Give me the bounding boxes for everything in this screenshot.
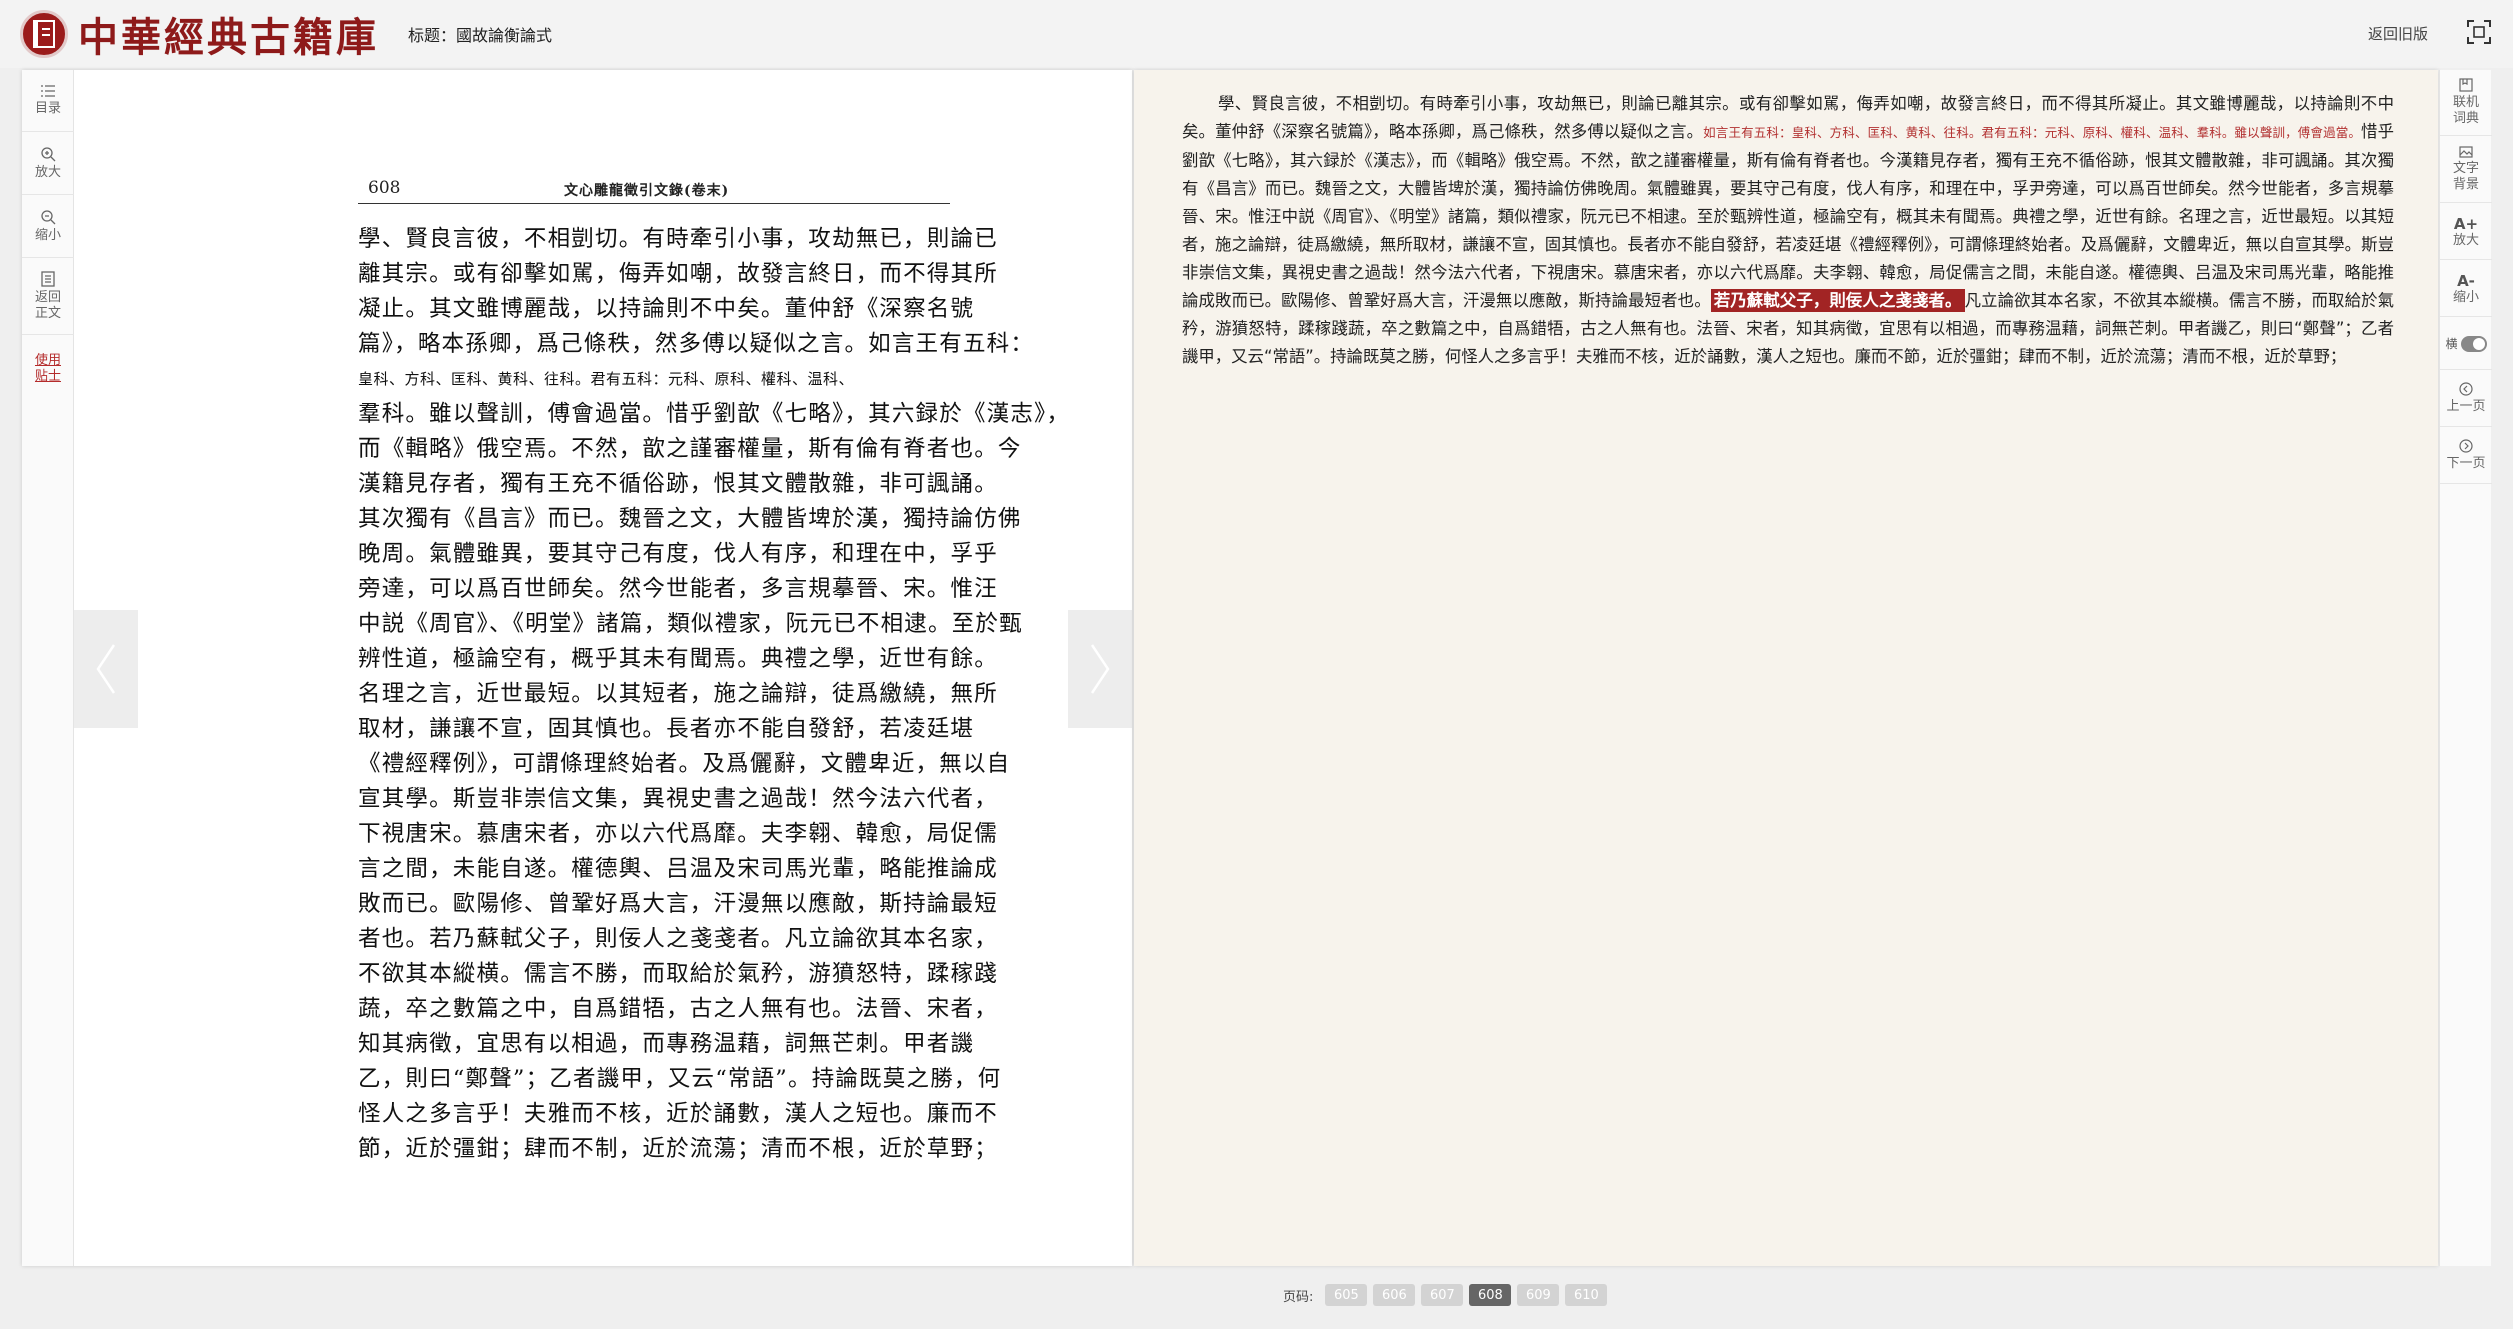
transcribed-text: 學、賢良言彼，不相剴切。有時牽引小事，攻劫無已，則論已離其宗。或有卻擊如駡，侮弄…	[1182, 90, 2394, 371]
font-larger-button[interactable]: A+ 放大	[2440, 204, 2492, 260]
page-button-current[interactable]: 608	[1469, 1284, 1512, 1306]
scan-line: 皇科、方科、匡科、黄科、往科。君有五科：元科、原科、權科、温科、	[358, 370, 855, 388]
scan-line: 晚周。氣體雖異，要其守己有度，伐人有序，和理在中，孚乎	[358, 541, 998, 567]
scan-line: 辨性道，極論空有，概乎其未有聞焉。典禮之學，近世有餘。	[358, 646, 998, 672]
scan-line: 敗而已。歐陽修、曾鞏好爲大言，汗漫無以應敵，斯持論最短	[358, 891, 998, 917]
chevron-left-icon	[96, 644, 116, 694]
scan-line: 《禮經釋例》，可謂條理終始者。及爲儷辭，文體卑近，無以自	[358, 751, 1011, 777]
prev-page-icon	[2459, 382, 2473, 396]
back-to-old-version-link[interactable]: 返回旧版	[2368, 23, 2428, 44]
page-button[interactable]: 607	[1421, 1284, 1464, 1306]
logo-text: 中華經典古籍庫	[78, 14, 379, 61]
text-paragraph: 學、賢良言彼，不相剴切。有時牽引小事，攻劫無已，則論已離其宗。或有卻擊如駡，侮弄…	[1182, 94, 2395, 366]
right-toolbar: 联机 词典 文字 背景 A+ 放大 A- 缩小 横 上一页 下一页	[2439, 70, 2492, 1266]
scanned-page-image: 608 文心雕龍徵引文錄(卷末) 學、賢良言彼，不相剴切。有時牽引小事，攻劫無已…	[74, 70, 1132, 1266]
zoom-in-icon	[41, 147, 56, 162]
return-icon	[41, 271, 55, 287]
scan-line: 學、賢良言彼，不相剴切。有時牽引小事，攻劫無已，則論已	[358, 226, 998, 252]
chevron-right-icon	[1090, 644, 1110, 694]
scan-line: 宣其學。斯豈非崇信文集，異視史書之過哉！然今法六代者，	[358, 786, 998, 812]
scan-running-head: 文心雕龍徵引文錄(卷末)	[564, 183, 730, 199]
scan-line: 不欲其本縱横。儒言不勝，而取給於氣矜，游獖怒特，蹂稼踐	[358, 961, 998, 987]
highlighted-sentence[interactable]: 若乃蘇軾父子，則佞人之戔戔者。	[1710, 289, 1965, 312]
scan-line: 篇》，略本孫卿，爲己條秩，然多傅以疑似之言。如言王有五科：	[358, 331, 1035, 357]
scan-line: 離其宗。或有卻擊如駡，侮弄如嘲，故發言終日，而不得其所	[358, 261, 998, 287]
page-button[interactable]: 609	[1517, 1284, 1560, 1306]
online-dictionary-button[interactable]: 联机 词典	[2440, 70, 2492, 136]
scan-line: 節，近於彊鉗；肆而不制，近於流蕩；清而不根，近於草野；	[358, 1136, 998, 1162]
zoom-out-button[interactable]: 缩小	[22, 196, 74, 258]
zoom-in-button[interactable]: 放大	[22, 133, 74, 195]
background-icon	[2459, 146, 2473, 158]
scan-line: 言之間，未能自遂。權德輿、吕温及宋司馬光輩，略能推論成	[358, 856, 998, 882]
usage-tips-button[interactable]: 使用 贴士	[22, 336, 74, 402]
next-page-button[interactable]: 下一页	[2440, 428, 2492, 484]
scan-line: 漢籍見存者，獨有王充不循俗跡，恨其文體散雜，非可諷誦。	[358, 471, 998, 497]
scan-line: 取材，謙讓不宣，固其慎也。長者亦不能自發舒，若凌廷堪	[358, 716, 975, 742]
scan-line: 凝止。其文雖博麗哉，以持論則不中矣。董仲舒《深察名號	[358, 296, 975, 322]
font-larger-icon: A+	[2453, 214, 2479, 233]
prev-page-button[interactable]: 上一页	[2440, 371, 2492, 427]
scan-line: 者也。若乃蘇軾父子，則佞人之戔戔者。凡立論欲其本名家，	[358, 926, 998, 952]
scan-line: 中説《周官》、《明堂》諸篇，類似禮家，阮元已不相逮。至於甄	[358, 611, 1023, 637]
document-title: 标题：國故論衡論式	[408, 26, 553, 45]
book-logo-icon	[20, 10, 68, 58]
next-page-arrow[interactable]	[1068, 610, 1132, 728]
scan-line: 知其病徵，宜思有以相過，而專務温藉，詞無芒刺。甲者譏	[358, 1031, 975, 1057]
top-header: 中華經典古籍庫 标题：國故論衡論式 返回旧版	[0, 0, 2513, 68]
page-button[interactable]: 610	[1565, 1284, 1608, 1306]
scan-line: 怪人之多言乎！夫雅而不核，近於誦數，漢人之短也。廉而不	[358, 1101, 998, 1127]
scan-running-header: 608 文心雕龍徵引文錄(卷末)	[358, 174, 950, 204]
scan-line: 羣科。雖以聲訓，傅會過當。惜乎劉歆《七略》，其六録於《漢志》，	[358, 401, 1071, 427]
scan-line: 名理之言，近世最短。以其短者，施之論辯，徒爲繳繞，無所	[358, 681, 998, 707]
zoom-out-icon	[41, 210, 56, 225]
list-icon	[41, 85, 55, 97]
orientation-toggle[interactable]: 横	[2440, 318, 2492, 370]
site-logo[interactable]: 中華經典古籍庫	[20, 8, 379, 61]
scan-line: 蔬，卒之數篇之中，自爲錯牾，古之人無有也。法晉、宋者，	[358, 996, 998, 1022]
page-button[interactable]: 606	[1373, 1284, 1416, 1306]
scan-viewer: 目录 放大 缩小 返回 正文 使用 贴士 608 文心雕龍徵引文錄(卷末) 學、…	[22, 70, 1132, 1266]
font-smaller-button[interactable]: A- 缩小	[2440, 261, 2492, 317]
font-smaller-icon: A-	[2457, 271, 2475, 290]
scan-line: 乙，則曰“鄭聲”；乙者譏甲，又云“常語”。持論既莫之勝，何	[358, 1066, 1002, 1092]
page-button[interactable]: 605	[1325, 1284, 1368, 1306]
return-to-text-button[interactable]: 返回 正文	[22, 259, 74, 335]
scan-line: 旁達，可以爲百世師矣。然今世能者，多言規摹晉、宋。惟汪	[358, 576, 998, 602]
toc-button[interactable]: 目录	[22, 70, 74, 132]
next-page-icon	[2459, 439, 2473, 453]
text-viewer: 學、賢良言彼，不相剴切。有時牽引小事，攻劫無已，則論已離其宗。或有卻擊如駡，侮弄…	[1134, 70, 2438, 1266]
annotation-note: 如言王有五科：皇科、方科、匡科、黄科、往科。君有五科：元科、原科、權科、温科、羣…	[1703, 125, 2362, 140]
dictionary-icon	[2459, 78, 2473, 92]
fullscreen-icon[interactable]	[2464, 17, 2494, 47]
scan-page-number: 608	[368, 178, 401, 198]
scan-text-block: 學、賢良言彼，不相剴切。有時牽引小事，攻劫無已，則論已 離其宗。或有卻擊如駡，侮…	[358, 222, 1071, 1167]
prev-page-arrow[interactable]	[74, 610, 138, 728]
left-toolbar: 目录 放大 缩小 返回 正文 使用 贴士	[22, 70, 74, 1266]
scan-line: 而《輯略》俄空焉。不然，歆之謹審權量，斯有倫有脊者也。今	[358, 436, 1022, 462]
toggle-switch-icon	[2460, 335, 2487, 352]
page-label: 页码:	[1283, 1289, 1314, 1305]
text-background-button[interactable]: 文字 背景	[2440, 137, 2492, 203]
scan-line: 其次獨有《昌言》而已。魏晉之文，大體皆埤於漢，獨持論仿佛	[358, 506, 1022, 532]
scan-line: 下視唐宋。慕唐宋者，亦以六代爲靡。夫李翱、韓愈，局促儒	[358, 821, 998, 847]
page-pagination: 页码: 605 606 607 608 609 610	[1283, 1284, 1613, 1306]
